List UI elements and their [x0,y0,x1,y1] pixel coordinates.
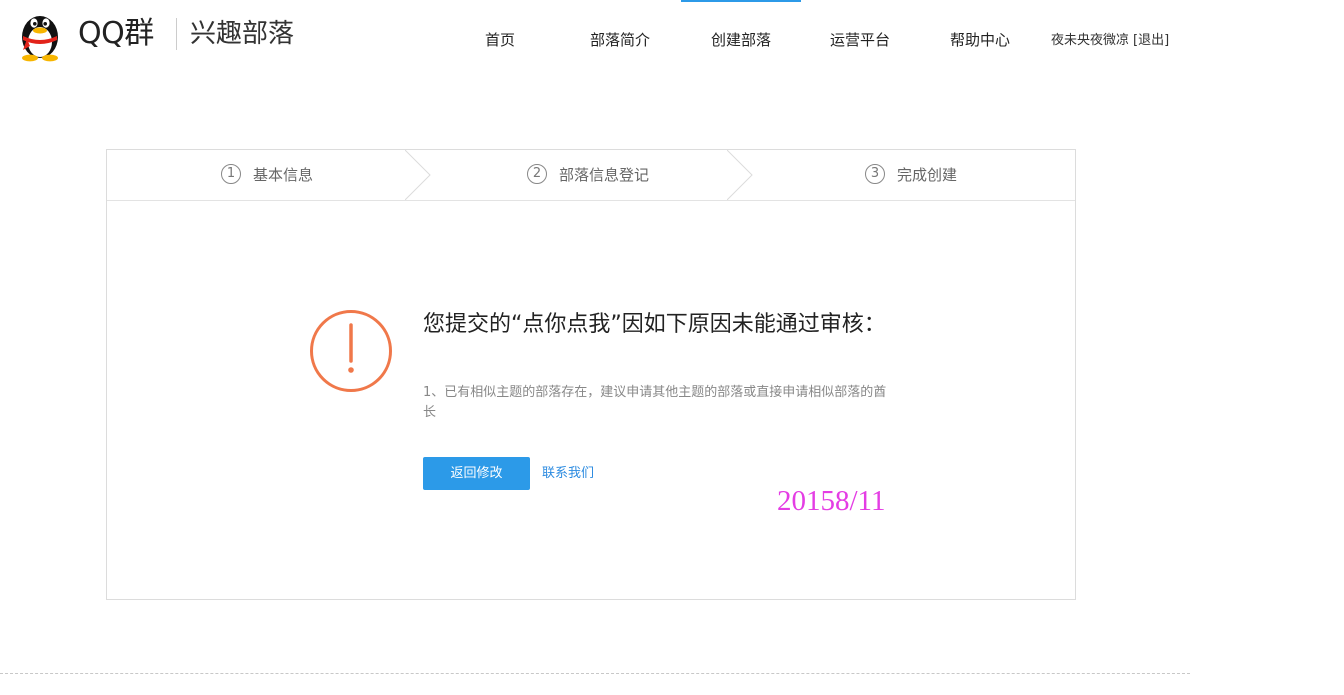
create-result-card: 1 基本信息 2 部落信息登记 3 完成创建 您提交的“点你点我”因如下原因未能通过审… [106,149,1076,600]
nav-item-operations[interactable]: 运营平台 [800,0,920,80]
step-1: 1 基本信息 [221,150,313,200]
sub-brand-text[interactable]: 兴趣部落 [190,16,294,52]
back-to-edit-button[interactable]: 返回修改 [423,457,530,490]
chevron-right-icon [727,150,753,200]
step-label: 基本信息 [253,166,314,184]
rejection-title: 您提交的“点你点我”因如下原因未能通过审核： [423,312,886,337]
brand-logo-text[interactable]: QQ群 [78,14,154,54]
step-number: 2 [527,163,547,184]
exclamation-circle-icon [310,310,392,392]
logout-link[interactable]: [退出] [1133,33,1169,48]
step-label: 完成创建 [897,166,958,184]
chevron-right-icon [405,150,431,200]
step-2: 2 部落信息登记 [527,150,649,200]
nav-item-help[interactable]: 帮助中心 [920,0,1040,80]
nav-item-home[interactable]: 首页 [440,0,560,80]
username[interactable]: 夜未央夜微凉 [1051,33,1129,48]
footer-divider [0,673,1190,674]
step-number: 1 [221,163,241,184]
step-number: 3 [865,163,885,184]
user-area: 夜未央夜微凉 [退出] [1051,31,1169,51]
site-header: QQ群 兴趣部落 首页 部落简介 创建部落 运营平台 帮助中心 夜未央夜微凉 [退… [0,0,1344,80]
step-3: 3 完成创建 [865,150,957,200]
step-indicator: 1 基本信息 2 部落信息登记 3 完成创建 [107,150,1075,201]
nav-item-about[interactable]: 部落简介 [560,0,680,80]
step-label: 部落信息登记 [559,166,650,184]
brand-divider [176,18,177,50]
date-stamp: 20158/11 [777,485,886,517]
rejection-reason: 1、已有相似主题的部落存在，建议申请其他主题的部落或直接申请相似部落的酋长 [423,385,887,420]
nav-item-create[interactable]: 创建部落 [681,0,801,80]
qq-penguin-icon[interactable] [14,6,66,62]
contact-us-link[interactable]: 联系我们 [542,465,594,483]
